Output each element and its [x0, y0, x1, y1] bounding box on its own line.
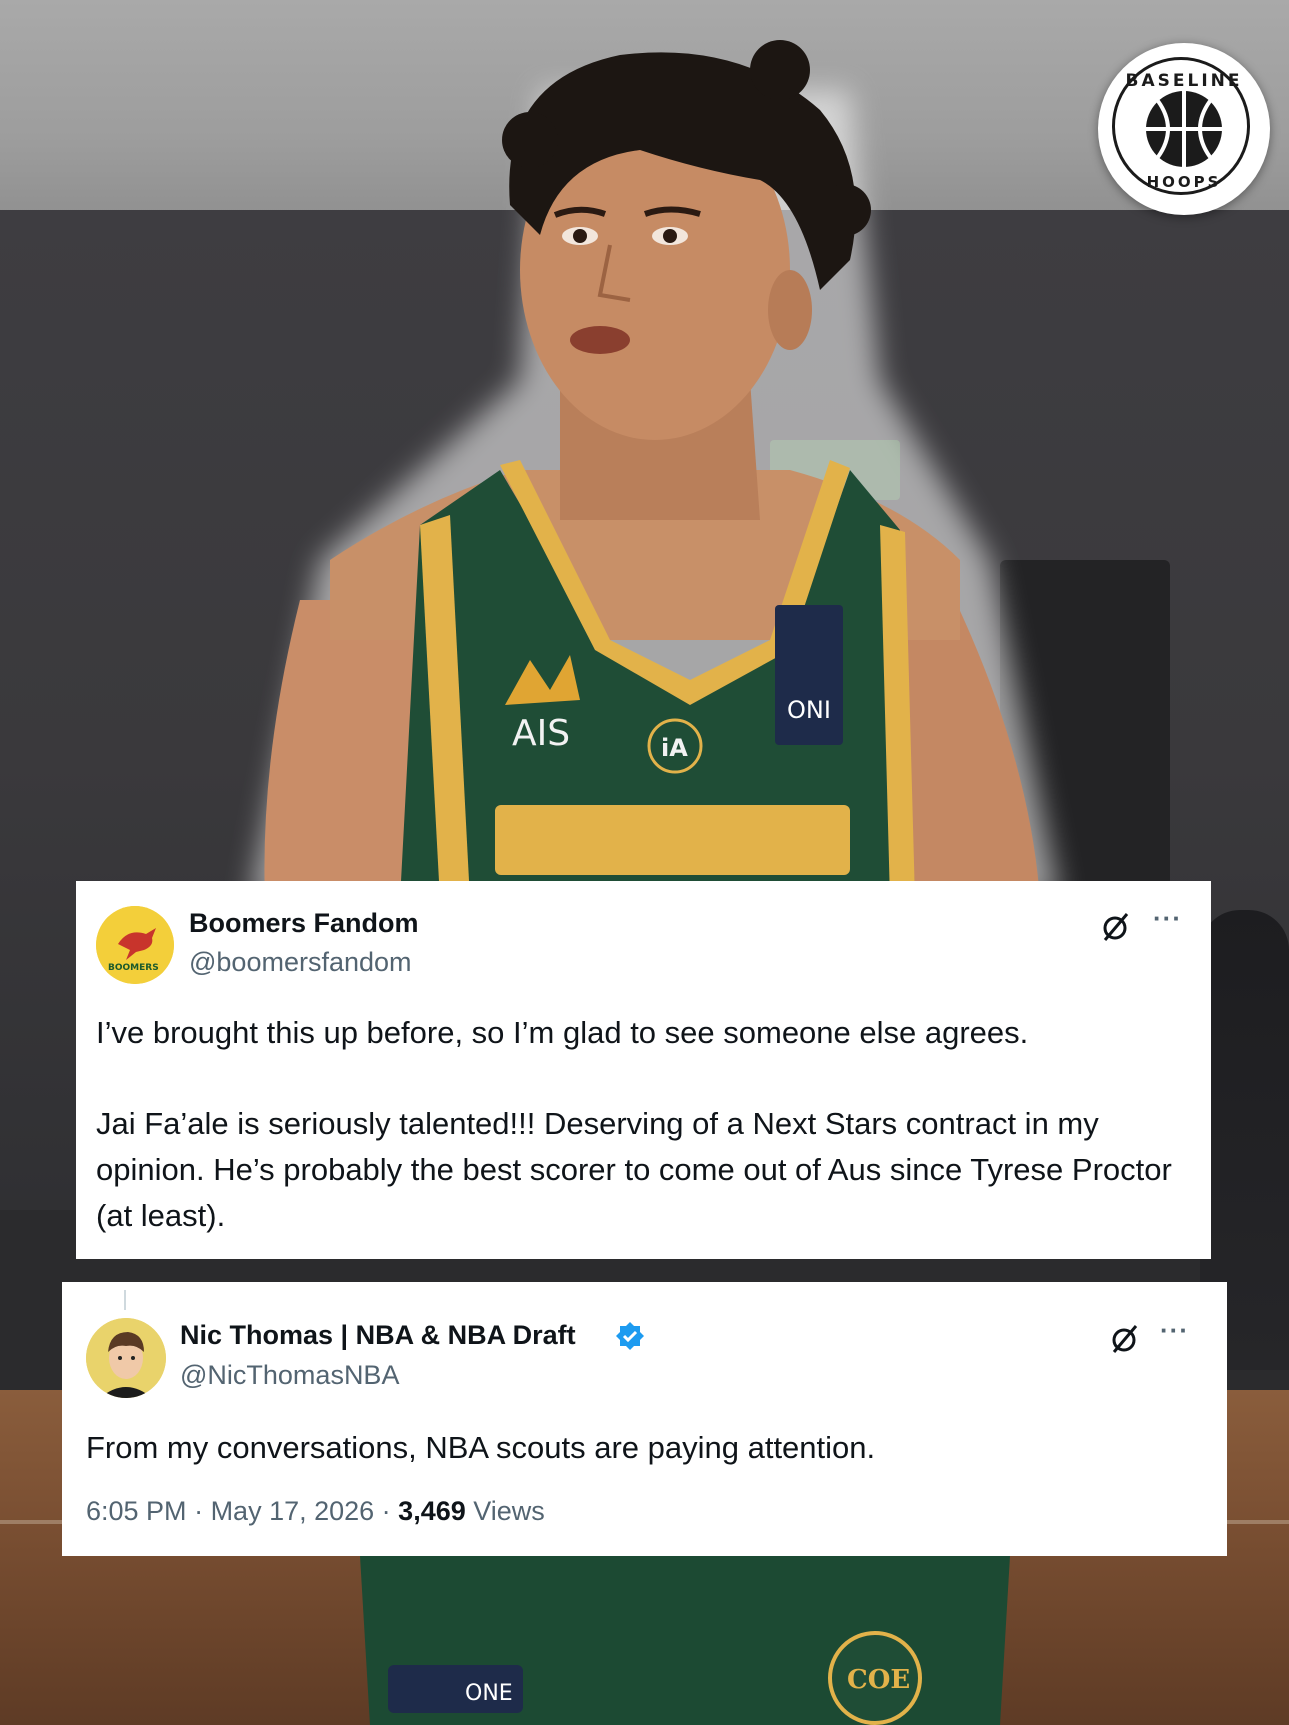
tweet-text-paragraph: From my conversations, NBA scouts are pa…	[86, 1430, 876, 1465]
tweet-text-paragraph: I’ve brought this up before, so I’m glad…	[96, 1015, 1029, 1050]
profile-photo-icon	[86, 1318, 166, 1398]
logo-bottom-text: HOOPS	[1146, 173, 1222, 191]
tweet-card-nicthomas[interactable]: Nic Thomas | NBA & NBA Draft @NicThomasN…	[62, 1282, 1227, 1556]
views-label: Views	[465, 1496, 545, 1526]
views-count: 3,469	[398, 1496, 466, 1526]
shorts-badge: ONE	[465, 1681, 513, 1706]
handle[interactable]: @NicThomasNBA	[180, 1360, 399, 1391]
display-name[interactable]: Boomers Fandom	[189, 908, 419, 939]
grok-icon[interactable]	[1108, 1322, 1142, 1356]
handle[interactable]: @boomersfandom	[189, 947, 412, 978]
verified-badge-icon	[616, 1322, 644, 1350]
more-options-icon[interactable]: ···	[1153, 903, 1182, 934]
meta-separator: ·	[374, 1496, 399, 1526]
jersey-sponsor: AIS	[512, 713, 570, 754]
display-name[interactable]: Nic Thomas | NBA & NBA Draft	[180, 1320, 576, 1351]
thread-connector	[124, 1290, 126, 1310]
meta-separator: ·	[186, 1496, 211, 1526]
tweet-metadata: 6:05 PM · May 17, 2026 · 3,469 Views	[86, 1496, 545, 1527]
avatar-text: BOOMERS	[108, 963, 159, 973]
avatar[interactable]: BOOMERS	[96, 906, 174, 984]
tweet-time[interactable]: 6:05 PM	[86, 1496, 187, 1526]
grok-icon[interactable]	[1099, 910, 1133, 944]
tweet-card-boomers[interactable]: BOOMERS Boomers Fandom @boomersfandom ··…	[76, 881, 1211, 1259]
basketball-icon	[1146, 91, 1222, 167]
jersey-badge: ONI	[787, 696, 831, 724]
avatar[interactable]	[86, 1318, 166, 1398]
tweet-date[interactable]: May 17, 2026	[211, 1496, 375, 1526]
baseline-hoops-logo: BASELINE HOOPS	[1098, 43, 1270, 215]
svg-text:iA: iA	[661, 734, 688, 762]
more-options-icon[interactable]: ···	[1160, 1315, 1189, 1346]
kangaroo-logo-icon: BOOMERS	[96, 906, 174, 984]
shorts-crest: COE	[847, 1665, 910, 1695]
tweet-text-paragraph: Jai Fa’ale is seriously talented!!! Dese…	[96, 1106, 1172, 1233]
